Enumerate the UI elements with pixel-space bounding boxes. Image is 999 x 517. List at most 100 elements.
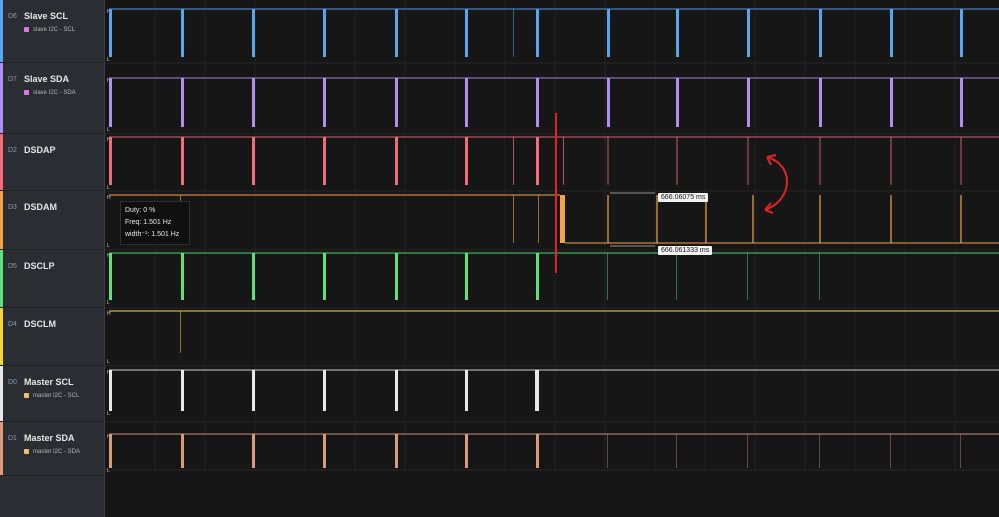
channel-row-d7[interactable]: D7 Slave SDA slave I2C - SDA (0, 63, 104, 134)
channel-color-stripe (0, 63, 3, 133)
pulse-dsdap (252, 137, 255, 185)
waveform-area[interactable]: HLHLHLHLHLHLHLHL (105, 0, 999, 517)
channel-name[interactable]: Master SCL (24, 377, 74, 387)
pulse-slave-scl (960, 9, 963, 57)
pulse-dsdam-periodic (752, 195, 754, 243)
pulse-slave-scl (747, 9, 750, 57)
pulse-dsclp (181, 253, 184, 300)
pulse-master-scl (323, 370, 326, 411)
channel-name[interactable]: DSCLP (24, 261, 55, 271)
channel-name[interactable]: DSCLM (24, 319, 56, 329)
pulse-slave-sda (676, 78, 679, 127)
channel-color-stripe (0, 250, 3, 307)
pulse-master-scl (252, 370, 255, 411)
channel-color-stripe (0, 308, 3, 365)
pulse-dsclp-faint (676, 253, 677, 300)
pulse-slave-sda (252, 78, 255, 127)
analyzer-label[interactable]: slave I2C - SCL (24, 27, 75, 33)
channel-row-d0[interactable]: D0 Master SCL master I2C - SCL (0, 366, 104, 422)
channel-row-d5[interactable]: D5 DSCLP (0, 250, 104, 308)
pulse-slave-sda (890, 78, 893, 127)
pulse-master-sda-faint (960, 434, 961, 468)
channel-color-stripe (0, 422, 3, 475)
pulse-dsclp (252, 253, 255, 300)
level-high-label: H (107, 311, 111, 317)
pulse-master-scl (395, 370, 398, 411)
channel-color-stripe (0, 366, 3, 421)
pulse-dsclp-faint (819, 253, 820, 300)
pulse-dsdam-thin (513, 195, 514, 243)
level-low-label: L (107, 411, 110, 417)
level-low-label: L (107, 127, 110, 133)
pulse-slave-scl (252, 9, 255, 57)
analyzer-label[interactable]: slave I2C - SDA (24, 90, 76, 96)
timing-marker-lower[interactable]: 666.061333 ms (658, 246, 713, 255)
pulse-slave-scl (109, 9, 112, 57)
pulse-master-sda (395, 434, 398, 468)
pulse-slave-scl (890, 9, 893, 57)
pulse-dsdap-thin (563, 137, 564, 185)
pulse-dsdam-periodic (705, 195, 707, 243)
analyzer-color-dot (24, 27, 29, 32)
pulse-slave-scl-thin (513, 9, 514, 57)
analyzer-name: master I2C - SDA (33, 449, 81, 456)
analyzer-label[interactable]: master I2C - SCL (24, 393, 79, 399)
pulse-dsdap (109, 137, 112, 185)
pulse-dsdap-faint (819, 137, 821, 185)
level-high-label: H (107, 195, 111, 201)
channel-id: D2 (8, 147, 17, 154)
level-low-label: L (107, 300, 110, 306)
analyzer-color-dot (24, 393, 29, 398)
channel-id: D3 (8, 204, 17, 211)
pulse-master-sda (181, 434, 184, 468)
pulse-dsdap-thin (513, 137, 514, 185)
channel-row-d6[interactable]: D6 Slave SCL slave I2C - SCL (0, 0, 104, 63)
pulse-master-sda-faint (607, 434, 608, 468)
pulse-slave-scl (819, 9, 822, 57)
level-low-label: L (107, 359, 110, 365)
pulse-dsdap (465, 137, 468, 185)
pulse-master-scl (465, 370, 468, 411)
pulse-slave-sda (109, 78, 112, 127)
pulse-dsdam-periodic (607, 195, 609, 243)
pulse-master-sda (323, 434, 326, 468)
timing-marker-upper[interactable]: 666.06075 ms (658, 193, 709, 202)
analyzer-color-dot (24, 449, 29, 454)
level-low-label: L (107, 185, 110, 191)
pulse-dsdap (323, 137, 326, 185)
level-low-label: L (107, 57, 110, 63)
pulse-slave-scl (181, 9, 184, 57)
pulse-slave-sda (819, 78, 822, 127)
analyzer-label[interactable]: master I2C - SDA (24, 449, 80, 455)
pulse-dsdam-thin (538, 195, 539, 243)
pulse-slave-scl (465, 9, 468, 57)
pulse-slave-scl (607, 9, 610, 57)
pulse-dsdap (181, 137, 184, 185)
pulse-slave-sda (960, 78, 963, 127)
pulse-slave-sda (607, 78, 610, 127)
pulse-dsdap-faint (960, 137, 962, 185)
channel-id: D5 (8, 263, 17, 270)
pulse-slave-sda (536, 78, 539, 127)
pulse-dsdam-periodic (819, 195, 821, 243)
pulse-slave-sda (323, 78, 326, 127)
pulse-master-sda-faint (747, 434, 748, 468)
channel-name[interactable]: Master SDA (24, 433, 75, 443)
channel-row-d1[interactable]: D1 Master SDA master I2C - SDA (0, 422, 104, 476)
duty-readout: Duty: 0 % (125, 207, 156, 214)
pulse-dsdap-faint (747, 137, 749, 185)
pulse-master-sda (109, 434, 112, 468)
pulse-dsclm (180, 311, 181, 353)
channel-name[interactable]: DSDAM (24, 202, 57, 212)
channel-name[interactable]: Slave SCL (24, 11, 68, 21)
channel-row-d4[interactable]: D4 DSCLM (0, 308, 104, 366)
channel-sidebar: D6 Slave SCL slave I2C - SCL D7 Slave SDA sla… (0, 0, 105, 517)
pulse-slave-sda (465, 78, 468, 127)
channel-name[interactable]: Slave SDA (24, 74, 69, 84)
channel-row-d2[interactable]: D2 DSDAP (0, 134, 104, 191)
pulse-slave-sda (181, 78, 184, 127)
channel-row-d3[interactable]: D3 DSDAM (0, 191, 104, 250)
pulse-dsclp (109, 253, 112, 300)
signal-edge (560, 195, 565, 243)
channel-name[interactable]: DSDAP (24, 145, 56, 155)
